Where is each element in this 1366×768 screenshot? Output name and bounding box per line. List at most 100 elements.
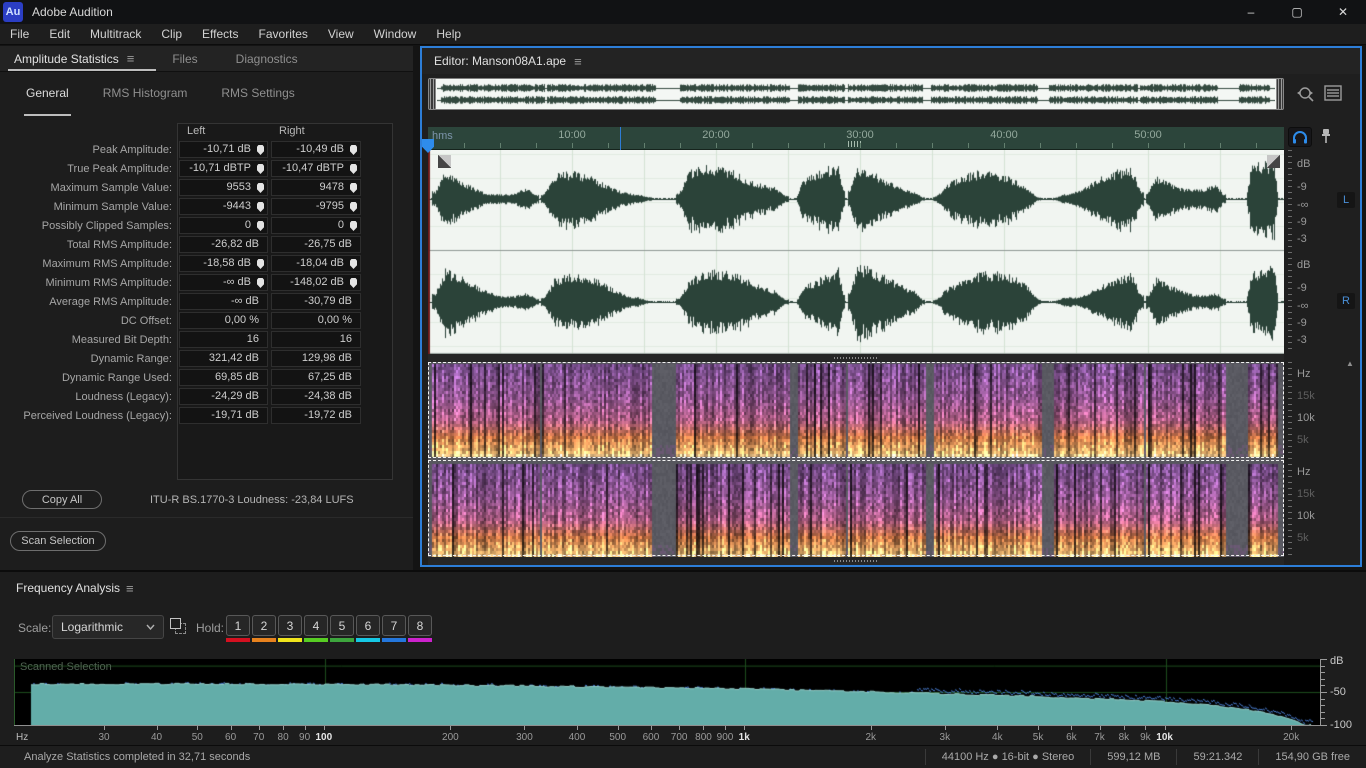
sample-locator-pin-icon[interactable] — [257, 202, 264, 212]
freq-xtick — [450, 726, 451, 730]
splitter-grip[interactable] — [834, 357, 878, 359]
freq-xtick — [259, 726, 260, 730]
hold-button-face[interactable]: 6 — [356, 615, 380, 636]
spectral-display[interactable] — [428, 362, 1284, 557]
freq-xtick — [618, 726, 619, 730]
menu-favorites[interactable]: Favorites — [249, 24, 318, 44]
hold-button-3[interactable]: 3 — [278, 615, 302, 642]
hold-button-2[interactable]: 2 — [252, 615, 276, 642]
sample-locator-pin-icon[interactable] — [257, 145, 264, 155]
statistics-subtabs: General RMS Histogram RMS Settings — [0, 86, 413, 110]
sample-locator-pin-icon[interactable] — [350, 202, 357, 212]
monitor-toggle[interactable] — [1288, 127, 1312, 147]
hold-button-face[interactable]: 7 — [382, 615, 406, 636]
copy-all-button[interactable]: Copy All — [22, 490, 102, 509]
menu-view[interactable]: View — [318, 24, 364, 44]
waveform-display[interactable] — [428, 150, 1284, 354]
panel-tab-diagnostics[interactable]: Diagnostics — [230, 46, 304, 71]
hold-button-5[interactable]: 5 — [330, 615, 354, 642]
subtab-rms-histogram[interactable]: RMS Histogram — [103, 86, 188, 110]
file-overview-strip[interactable] — [428, 78, 1284, 110]
freq-ytick — [1321, 718, 1325, 719]
copy-graph-icon[interactable] — [170, 618, 188, 636]
sample-locator-pin-icon[interactable] — [350, 145, 357, 155]
timeline-ruler[interactable]: hms 10:0020:0030:0040:0050:00 — [428, 127, 1284, 150]
zoom-navigate-icon[interactable] — [1296, 84, 1316, 104]
sample-locator-pin-icon[interactable] — [257, 259, 264, 269]
ruler-tick — [860, 143, 861, 148]
minimize-button[interactable]: – — [1228, 0, 1274, 24]
close-button[interactable]: ✕ — [1320, 0, 1366, 24]
subtab-general[interactable]: General — [26, 86, 69, 110]
sample-locator-pin-icon[interactable] — [350, 164, 357, 174]
menu-effects[interactable]: Effects — [192, 24, 248, 44]
collapse-arrow-icon[interactable]: ▲ — [1346, 359, 1354, 368]
stat-value-left: 69,85 dB — [179, 369, 268, 386]
sample-locator-pin-icon[interactable] — [350, 183, 357, 193]
ruler-tick — [644, 143, 645, 148]
hold-button-face[interactable]: 2 — [252, 615, 276, 636]
frequency-graph[interactable] — [14, 659, 1320, 725]
freq-xtick — [744, 726, 745, 730]
hold-button-face[interactable]: 3 — [278, 615, 302, 636]
ruler-tick — [824, 143, 825, 148]
freq-xtick — [104, 726, 105, 730]
overview-left-handle[interactable] — [428, 78, 436, 110]
panel-tab-amplitude-statistics[interactable]: Amplitude Statistics≡ — [8, 46, 140, 71]
maximize-button[interactable]: ▢ — [1274, 0, 1320, 24]
panel-tab-files[interactable]: Files — [166, 46, 203, 71]
stat-row-label: Maximum Sample Value: — [0, 179, 172, 198]
channel-badge-R[interactable]: R — [1337, 293, 1355, 309]
hold-button-face[interactable]: 5 — [330, 615, 354, 636]
panel-menu-icon[interactable]: ≡ — [126, 581, 134, 596]
waveform-canvas[interactable] — [428, 150, 1284, 354]
scan-selection-button[interactable]: Scan Selection — [10, 531, 106, 551]
menu-edit[interactable]: Edit — [39, 24, 80, 44]
frequency-canvas[interactable] — [15, 659, 1321, 725]
menu-help[interactable]: Help — [426, 24, 471, 44]
freq-xtick — [1071, 726, 1072, 730]
sample-locator-pin-icon[interactable] — [257, 164, 264, 174]
hold-button-4[interactable]: 4 — [304, 615, 328, 642]
sample-locator-pin-icon[interactable] — [350, 278, 357, 288]
display-settings-icon[interactable] — [1324, 84, 1342, 102]
overview-right-handle[interactable] — [1276, 78, 1284, 110]
panel-menu-icon[interactable]: ≡ — [127, 51, 135, 66]
hold-button-face[interactable]: 1 — [226, 615, 250, 636]
ruler-tick — [500, 143, 501, 148]
stat-value-left: -∞ dB — [179, 293, 268, 310]
stat-row-label: Minimum RMS Amplitude: — [0, 274, 172, 293]
subtab-rms-settings[interactable]: RMS Settings — [221, 86, 294, 110]
sample-locator-pin-icon[interactable] — [350, 259, 357, 269]
hold-button-6[interactable]: 6 — [356, 615, 380, 642]
channel-badge-L[interactable]: L — [1337, 192, 1355, 208]
editor-bottom-splitter[interactable] — [428, 557, 1284, 565]
panel-menu-icon[interactable]: ≡ — [574, 54, 582, 69]
scale-dropdown[interactable]: Logarithmic — [52, 615, 164, 639]
splitter-grip[interactable] — [834, 560, 878, 562]
selection-handle-right[interactable] — [1267, 155, 1280, 168]
sample-locator-pin-icon[interactable] — [257, 221, 264, 231]
menu-multitrack[interactable]: Multitrack — [80, 24, 151, 44]
stat-row-label: DC Offset: — [0, 312, 172, 331]
hold-button-8[interactable]: 8 — [408, 615, 432, 642]
waveform-spectral-splitter[interactable] — [428, 354, 1284, 362]
menu-file[interactable]: File — [0, 24, 39, 44]
freq-ytick — [1321, 679, 1325, 680]
hz-scale-label: Hz — [1297, 368, 1310, 380]
menu-clip[interactable]: Clip — [151, 24, 192, 44]
menu-window[interactable]: Window — [364, 24, 427, 44]
selection-handle-left[interactable] — [438, 155, 451, 168]
sample-locator-pin-icon[interactable] — [257, 278, 264, 288]
ruler-tick — [788, 143, 789, 148]
stat-value-left: -9443 — [179, 198, 268, 215]
pin-icon[interactable] — [1319, 128, 1333, 146]
sample-locator-pin-icon[interactable] — [350, 221, 357, 231]
hold-button-face[interactable]: 8 — [408, 615, 432, 636]
hold-button-7[interactable]: 7 — [382, 615, 406, 642]
hold-button-1[interactable]: 1 — [226, 615, 250, 642]
spectrogram-canvas[interactable] — [428, 362, 1284, 557]
freq-xtick — [703, 726, 704, 730]
sample-locator-pin-icon[interactable] — [257, 183, 264, 193]
hold-button-face[interactable]: 4 — [304, 615, 328, 636]
